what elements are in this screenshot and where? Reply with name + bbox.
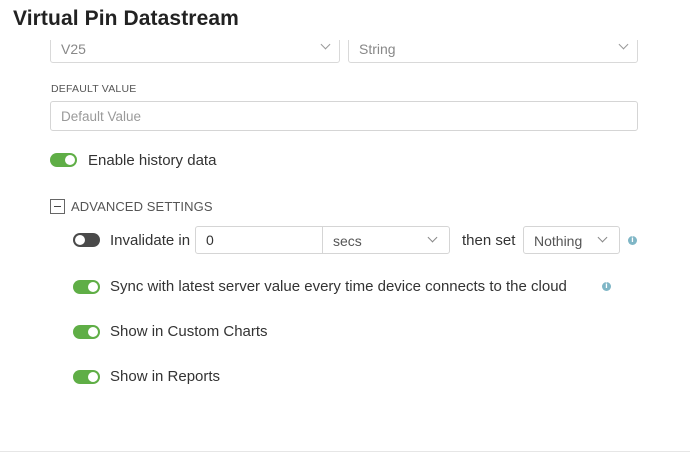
invalidate-value-input[interactable] [195,226,323,254]
reports-toggle[interactable] [73,370,100,384]
title-bar: Virtual Pin Datastream [0,0,690,40]
custom-charts-label: Show in Custom Charts [110,323,268,340]
advanced-settings-toggle[interactable]: ADVANCED SETTINGS [71,199,213,214]
info-icon[interactable]: i [602,282,611,291]
minus-square-icon[interactable] [50,199,65,214]
chevron-down-icon [427,232,438,243]
toggle-knob [88,327,98,337]
then-set-label: then set [462,232,516,249]
info-icon[interactable]: i [628,236,637,245]
pin-select-value: V25 [61,41,86,57]
default-value-input[interactable] [50,101,638,131]
time-unit-value: secs [333,233,362,249]
custom-charts-toggle[interactable] [73,325,100,339]
history-toggle[interactable] [50,153,77,167]
toggle-knob [88,372,98,382]
invalidate-label: Invalidate in [110,232,191,249]
default-value-label: DEFAULT VALUE [51,83,137,95]
chevron-down-icon [618,39,629,50]
sync-toggle[interactable] [73,280,100,294]
toggle-knob [75,235,85,245]
invalidate-action-value: Nothing [534,233,583,249]
chevron-down-icon [597,232,608,243]
reports-label: Show in Reports [110,368,221,385]
toggle-knob [88,282,98,292]
sync-label: Sync with latest server value every time… [110,278,567,295]
history-label: Enable history data [88,152,217,169]
page-title: Virtual Pin Datastream [13,7,239,30]
toggle-knob [65,155,75,165]
time-unit-select[interactable]: secs [322,226,450,254]
invalidate-action-select[interactable]: Nothing [523,226,620,254]
data-type-select-value: String [359,41,396,57]
divider [0,451,690,452]
chevron-down-icon [320,39,331,50]
invalidate-toggle[interactable] [73,233,100,247]
